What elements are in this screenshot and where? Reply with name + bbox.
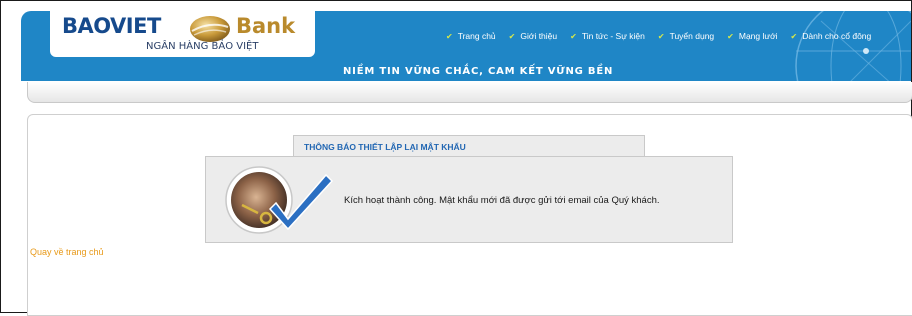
check-icon: ✔ [570, 31, 577, 41]
check-icon: ✔ [657, 31, 665, 41]
check-icon: ✔ [727, 31, 734, 41]
nav-item-news[interactable]: ✔ Tin tức - Sự kiện [570, 30, 645, 42]
nav-item-about[interactable]: ✔ Giới thiệu [509, 30, 557, 42]
logo-text-baoviet: BAOVIET [62, 14, 161, 38]
nav-label: Tuyển dụng [669, 31, 715, 41]
globe-decoration-icon [795, 11, 911, 81]
main-nav: ✔ Trang chủ ✔ Giới thiệu ✔ Tin tức - Sự … [446, 30, 884, 42]
nav-item-home[interactable]: ✔ Trang chủ [446, 30, 496, 42]
logo-text-bank: Bank [236, 14, 296, 38]
nav-label: Giới thiệu [520, 31, 558, 41]
notice-message: Kích hoạt thành công. Mật khẩu mới đã đư… [344, 195, 660, 206]
nav-label: Dành cho cổ đông [802, 31, 872, 41]
nav-label: Mạng lưới [738, 31, 778, 41]
nav-item-shareholders[interactable]: ✔ Dành cho cổ đông [791, 30, 872, 42]
logo-tagline: NGÂN HÀNG BẢO VIỆT [146, 41, 259, 52]
nav-label: Tin tức - Sự kiện [581, 31, 645, 41]
check-icon: ✔ [508, 31, 516, 41]
logo-orb-icon [190, 16, 230, 42]
notice-title: THÔNG BÁO THIẾT LẬP LẠI MẬT KHẨU [304, 142, 466, 152]
notice-box: Kích hoạt thành công. Mật khẩu mới đã đư… [205, 156, 733, 243]
nav-item-careers[interactable]: ✔ Tuyển dụng [658, 30, 714, 42]
notice-title-tab: THÔNG BÁO THIẾT LẬP LẠI MẬT KHẨU [293, 135, 645, 156]
site-logo[interactable]: BAOVIET Bank NGÂN HÀNG BẢO VIỆT [50, 11, 315, 57]
header-slogan: NIỀM TIN VỮNG CHẮC, CAM KẾT VỮNG BỀN [343, 66, 614, 77]
sub-navigation-bar [27, 82, 912, 103]
back-to-home-link[interactable]: Quay về trang chủ [30, 247, 104, 257]
key-checkmark-icon [225, 166, 334, 234]
nav-label: Trang chủ [457, 31, 496, 41]
check-icon: ✔ [446, 31, 453, 41]
check-icon: ✔ [790, 31, 798, 41]
nav-item-network[interactable]: ✔ Mạng lưới [727, 30, 777, 42]
